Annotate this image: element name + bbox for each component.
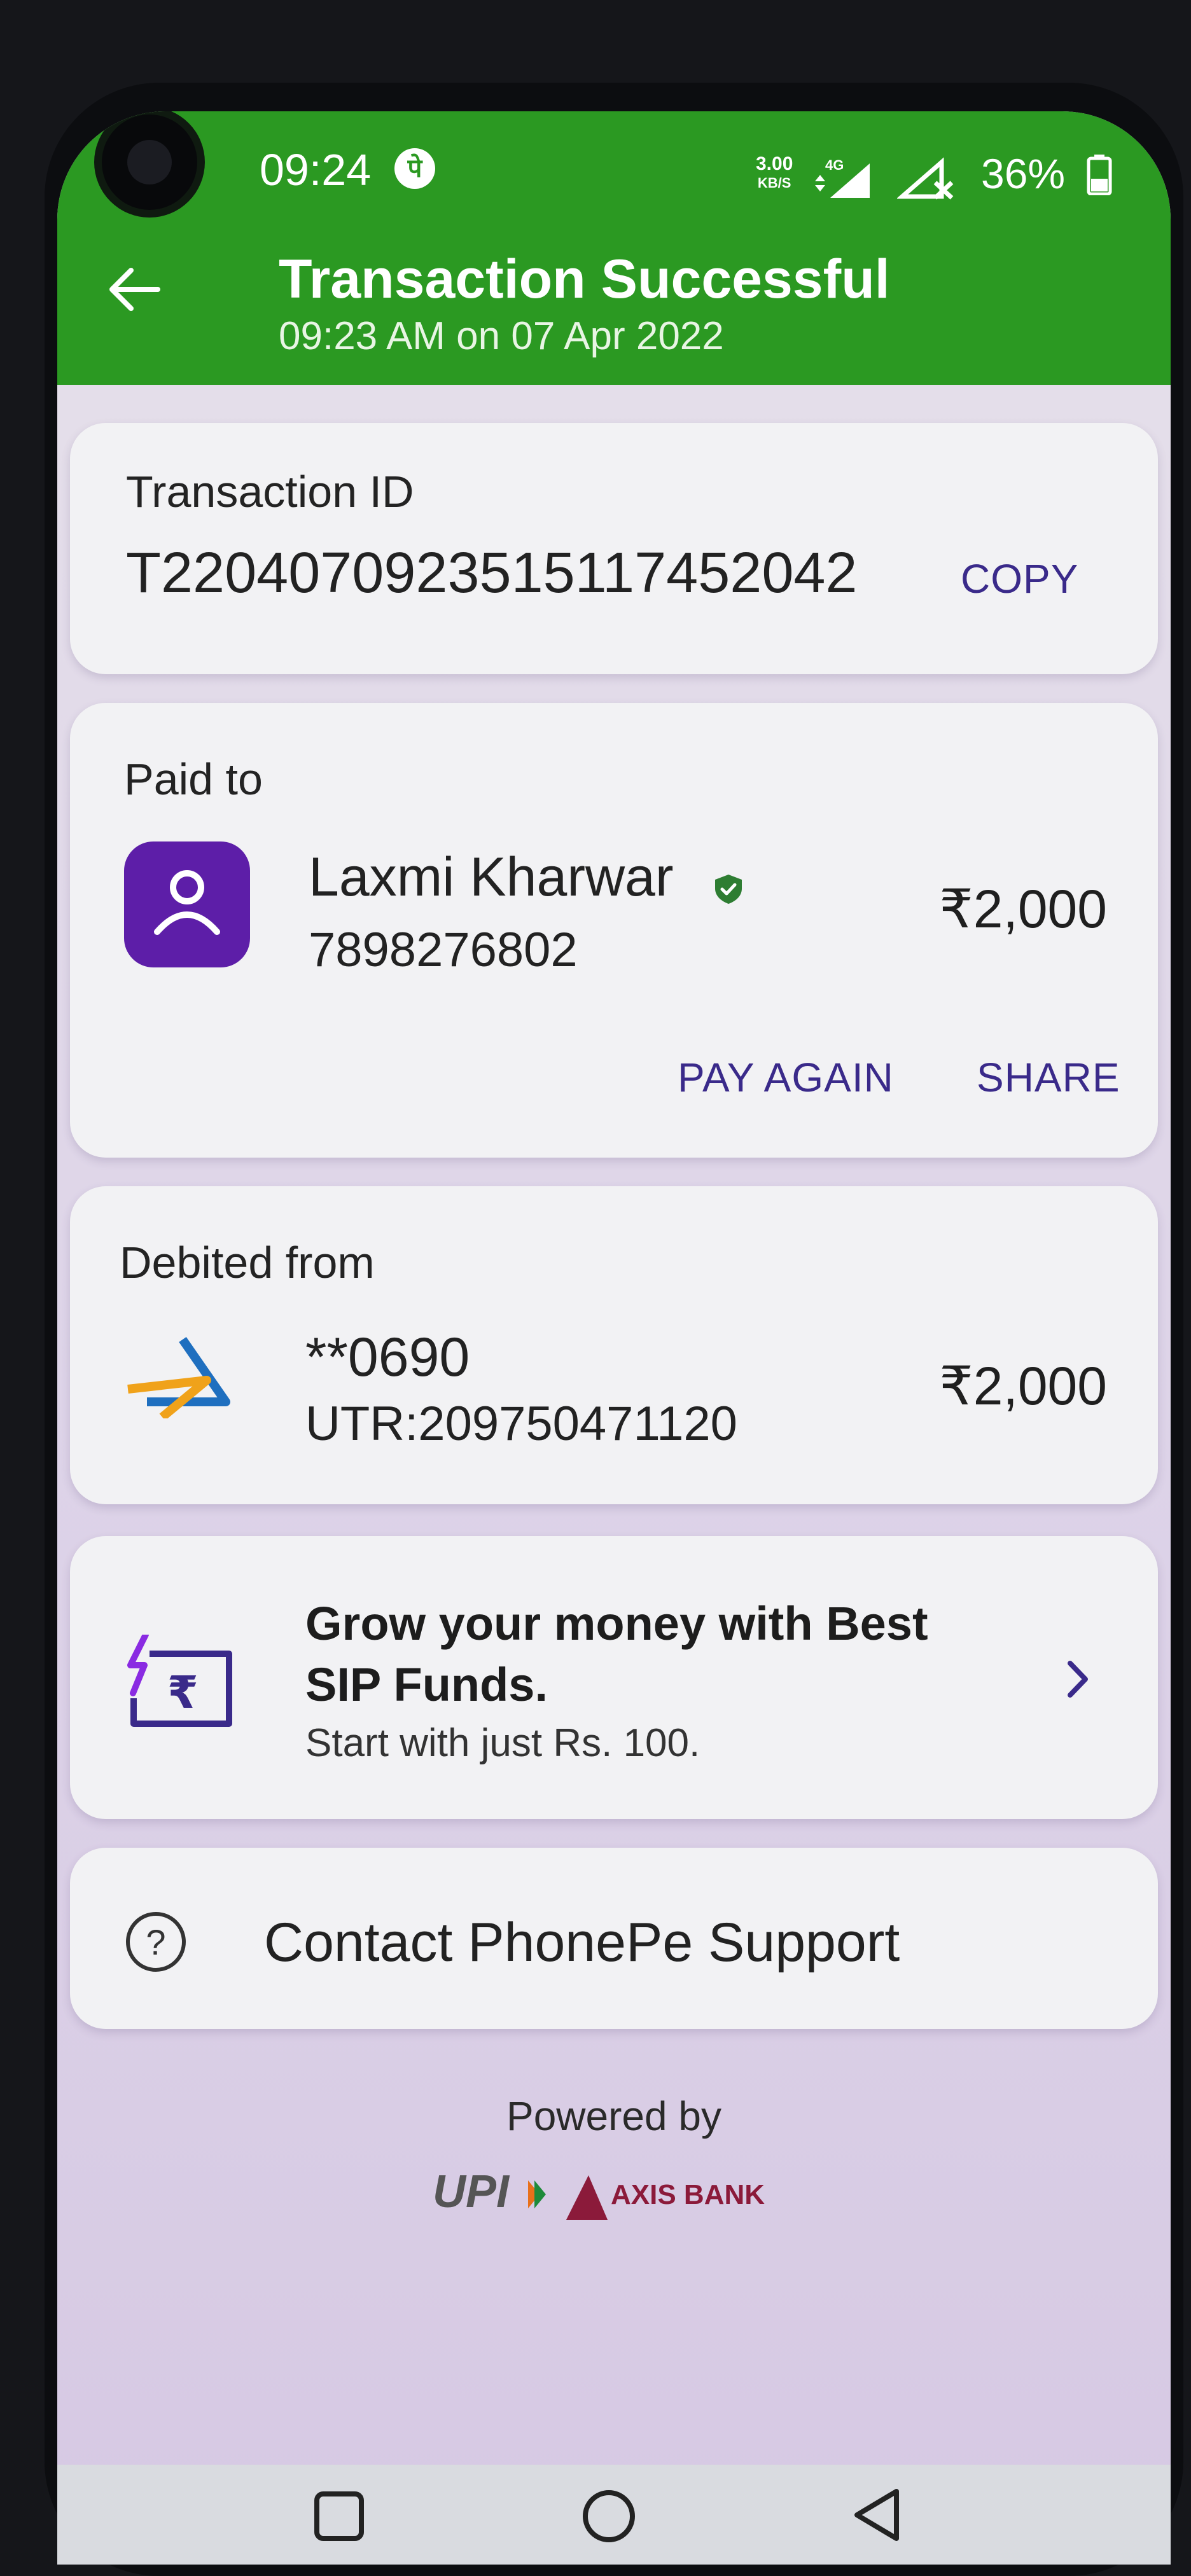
recipient-phone: 7898276802 bbox=[309, 923, 578, 977]
person-icon bbox=[154, 870, 220, 935]
sbi-bank-icon bbox=[127, 1337, 230, 1418]
copy-button[interactable]: COPY bbox=[961, 555, 1078, 602]
app-screen: 09:24 पे 3.00 KB/S 4G 36% Transaction Su… bbox=[57, 111, 1171, 2565]
utr-number: UTR:209750471120 bbox=[305, 1397, 737, 1451]
signal-4g-icon: 4G bbox=[815, 157, 870, 198]
debit-account-number: **0690 bbox=[305, 1327, 470, 1388]
back-nav-icon[interactable] bbox=[849, 2486, 904, 2544]
back-arrow-icon[interactable] bbox=[102, 258, 165, 321]
support-card[interactable]: ? Contact PhonePe Support bbox=[70, 1848, 1158, 2029]
status-time: 09:24 bbox=[260, 145, 372, 195]
paid-to-card: Paid to Laxmi Kharwar 7898276802 ₹2,000 … bbox=[70, 703, 1158, 1158]
help-circle-icon: ? bbox=[126, 1912, 186, 1972]
debited-amount: ₹2,000 bbox=[939, 1356, 1107, 1416]
app-header: 09:24 पे 3.00 KB/S 4G 36% Transaction Su… bbox=[57, 111, 1171, 385]
network-type: 4G bbox=[825, 157, 844, 173]
network-speed: 3.00 KB/S bbox=[756, 155, 793, 193]
recipient-name: Laxmi Kharwar bbox=[309, 847, 674, 908]
signal-no-sim-icon bbox=[897, 157, 954, 200]
svg-text:?: ? bbox=[146, 1922, 165, 1962]
recipient-avatar[interactable] bbox=[124, 841, 250, 967]
recent-apps-icon[interactable] bbox=[312, 2489, 366, 2544]
share-button[interactable]: SHARE bbox=[977, 1054, 1120, 1101]
battery-percent: 36% bbox=[981, 150, 1066, 197]
promo-title: Grow your money with Best SIP Funds. bbox=[305, 1597, 928, 1711]
battery-icon bbox=[1087, 155, 1112, 195]
contact-support-label: Contact PhonePe Support bbox=[264, 1912, 900, 1973]
home-icon[interactable] bbox=[580, 2488, 637, 2545]
paid-to-label: Paid to bbox=[124, 754, 263, 804]
paid-amount: ₹2,000 bbox=[939, 879, 1107, 939]
promo-subtitle: Start with just Rs. 100. bbox=[305, 1721, 700, 1765]
chevron-right-icon[interactable] bbox=[1062, 1657, 1094, 1701]
upi-logo: UPI bbox=[433, 2166, 510, 2217]
axis-bank-logo: AXIS BANK bbox=[611, 2179, 765, 2210]
system-nav-bar bbox=[57, 2465, 1171, 2565]
pay-again-button[interactable]: PAY AGAIN bbox=[678, 1054, 894, 1101]
transaction-id-card: Transaction ID T2204070923515117452042 C… bbox=[70, 423, 1158, 674]
rupee-card-icon: ₹ bbox=[127, 1635, 232, 1727]
transaction-id-value: T2204070923515117452042 bbox=[126, 541, 858, 605]
debited-from-card: Debited from **0690 UTR:209750471120 ₹2,… bbox=[70, 1186, 1158, 1504]
transaction-datetime: 09:23 AM on 07 Apr 2022 bbox=[279, 314, 724, 358]
sip-promo-card[interactable]: ₹ Grow your money with Best SIP Funds. S… bbox=[70, 1536, 1158, 1819]
powered-by-label: Powered by bbox=[506, 2093, 721, 2139]
debited-from-label: Debited from bbox=[120, 1238, 375, 1287]
network-speed-unit: KB/S bbox=[757, 175, 791, 191]
page-title: Transaction Successful bbox=[279, 249, 890, 310]
verified-shield-icon bbox=[715, 875, 742, 904]
upi-axis-logos: UPI AXIS BANK bbox=[433, 2166, 765, 2220]
front-camera bbox=[102, 114, 197, 210]
network-speed-value: 3.00 bbox=[756, 153, 793, 174]
svg-text:₹: ₹ bbox=[167, 1666, 198, 1719]
phonepe-notification-icon: पे bbox=[394, 148, 435, 189]
transaction-id-label: Transaction ID bbox=[126, 467, 414, 516]
